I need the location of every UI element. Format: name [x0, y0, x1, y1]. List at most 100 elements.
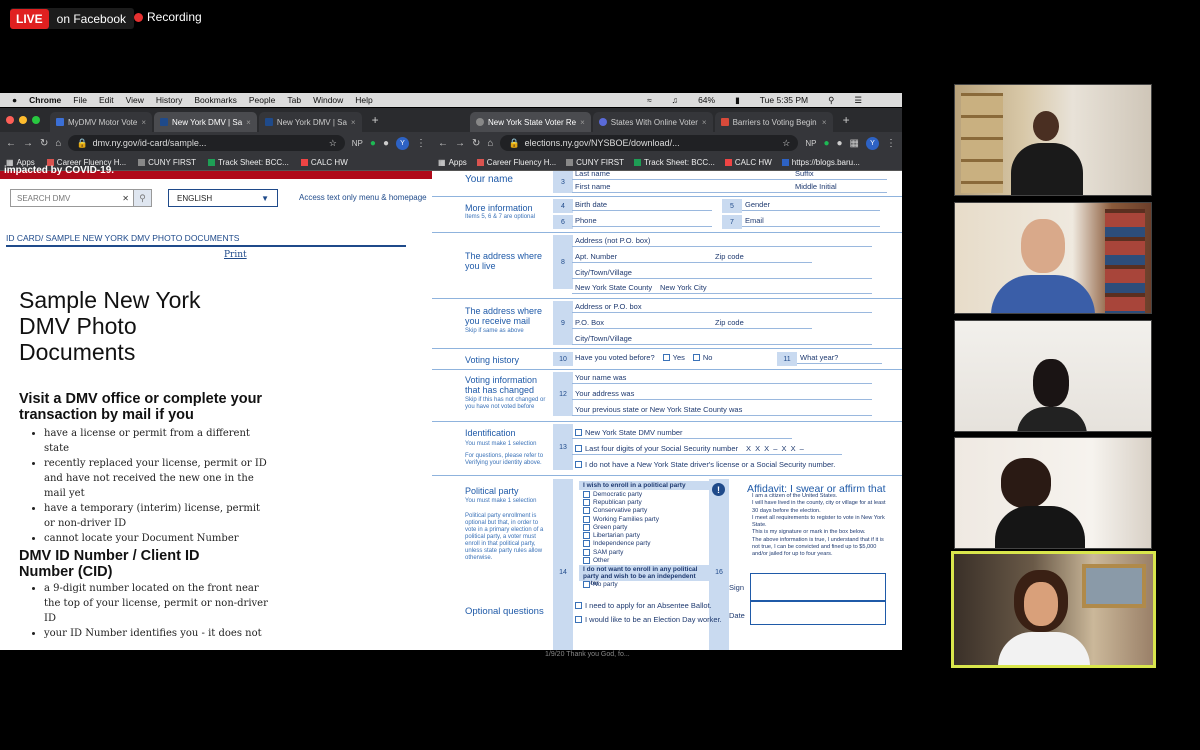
- close-window-button[interactable]: [6, 116, 14, 124]
- close-tab-icon[interactable]: ×: [141, 118, 146, 127]
- access-text-link[interactable]: Access text only menu & homepage: [299, 193, 427, 202]
- url-field[interactable]: 🔒 dmv.ny.gov/id-card/sample... ☆: [68, 135, 345, 151]
- bookmark-baruch-blogs[interactable]: https://blogs.baru...: [781, 158, 860, 167]
- ssn-option[interactable]: Last four digits of your Social Security…: [572, 442, 842, 455]
- close-tab-icon[interactable]: ×: [580, 118, 585, 127]
- dmv-number-option[interactable]: New York State DMV number: [572, 426, 792, 439]
- menu-chrome[interactable]: Chrome: [29, 95, 61, 105]
- profile-avatar[interactable]: Y: [396, 136, 409, 150]
- video-tile-participant-3[interactable]: [954, 320, 1152, 432]
- party-option-conservative[interactable]: Conservative party: [579, 507, 709, 515]
- menu-kebab-icon[interactable]: ⋮: [886, 138, 896, 149]
- bookmark-calc-hw[interactable]: CALC HW: [300, 158, 348, 167]
- tab-nydmv-active[interactable]: New York DMV | Sa ×: [154, 112, 257, 132]
- menu-people[interactable]: People: [249, 95, 275, 105]
- extension-icon[interactable]: ▦: [850, 138, 859, 149]
- signature-box[interactable]: [750, 573, 886, 601]
- extension-icon[interactable]: ●: [383, 138, 389, 149]
- zoom-window-button[interactable]: [32, 116, 40, 124]
- url-field[interactable]: 🔒 elections.ny.gov/NYSBOE/download/... ☆: [500, 135, 799, 151]
- party-option-libertarian[interactable]: Libertarian party: [579, 531, 709, 540]
- home-icon[interactable]: ⌂: [487, 138, 493, 149]
- bookmark-star-icon[interactable]: ☆: [782, 138, 790, 149]
- close-tab-icon[interactable]: ×: [246, 118, 251, 127]
- clear-search-icon[interactable]: ✕: [122, 194, 129, 203]
- video-tile-participant-2[interactable]: [954, 202, 1152, 314]
- menu-tab[interactable]: Tab: [287, 95, 301, 105]
- no-id-option[interactable]: I do not have a New York State driver's …: [572, 458, 872, 471]
- street-address-field[interactable]: Address (not P.O. box): [572, 234, 872, 247]
- party-option-working-families[interactable]: Working Families party: [579, 515, 709, 523]
- close-tab-icon[interactable]: ×: [351, 118, 356, 127]
- checkbox[interactable]: [583, 557, 590, 565]
- email-field[interactable]: Email: [742, 214, 880, 227]
- party-option-green[interactable]: Green party: [579, 523, 709, 531]
- last-name-field[interactable]: Last name: [572, 167, 792, 180]
- wifi-icon[interactable]: ≈: [647, 95, 652, 106]
- tab-voter-registration[interactable]: New York State Voter Re ×: [470, 112, 591, 132]
- bookmark-cuny-first[interactable]: CUNY FIRST: [566, 158, 624, 167]
- checkbox[interactable]: [583, 515, 590, 523]
- phone-field[interactable]: Phone: [572, 214, 712, 227]
- menu-history[interactable]: History: [156, 95, 182, 105]
- party-option-sam[interactable]: SAM party: [579, 548, 709, 556]
- new-tab-button[interactable]: +: [835, 113, 858, 127]
- previous-address-field[interactable]: Your address was: [572, 387, 872, 400]
- home-icon[interactable]: ⌂: [55, 138, 61, 149]
- party-option-other[interactable]: Other: [579, 556, 709, 565]
- bookmark-track-sheet[interactable]: Track Sheet: BCC...: [634, 158, 715, 167]
- notification-center-icon[interactable]: ☰: [854, 95, 862, 106]
- spotlight-search-icon[interactable]: ⚲: [828, 95, 834, 106]
- birth-date-field[interactable]: Birth date: [572, 198, 712, 211]
- video-tile-participant-1[interactable]: [954, 84, 1152, 196]
- zip-code-field[interactable]: Zip code: [712, 250, 812, 263]
- menu-help[interactable]: Help: [355, 95, 372, 105]
- tab-mydmv[interactable]: MyDMV Motor Vote ×: [50, 112, 153, 132]
- checkbox[interactable]: [575, 444, 582, 452]
- breadcrumb[interactable]: ID CARD/ SAMPLE NEW YORK DMV PHOTO DOCUM…: [6, 233, 406, 247]
- reload-icon[interactable]: ↻: [472, 138, 480, 149]
- bookmark-career-fluency[interactable]: Career Fluency H...: [476, 158, 556, 167]
- language-select[interactable]: ENGLISH ▼: [168, 189, 278, 207]
- previous-name-field[interactable]: Your name was: [572, 371, 872, 384]
- mail-city-field[interactable]: City/Town/Village: [572, 332, 872, 345]
- checkbox[interactable]: [583, 507, 590, 515]
- extension-icon[interactable]: ●: [837, 138, 843, 149]
- checkbox[interactable]: [583, 532, 590, 540]
- mail-address-field[interactable]: Address or P.O. box: [572, 300, 872, 313]
- mail-zip-field[interactable]: Zip code: [712, 316, 812, 329]
- county-field[interactable]: New York State County: [572, 281, 657, 294]
- video-tile-participant-5-active-speaker[interactable]: [951, 551, 1156, 668]
- suffix-field[interactable]: Suffix: [792, 167, 887, 180]
- checkbox[interactable]: [583, 490, 590, 498]
- back-icon[interactable]: ←: [6, 138, 16, 149]
- extension-g-icon[interactable]: ●: [370, 138, 376, 149]
- bookmark-apps[interactable]: ▦ Apps: [438, 158, 467, 167]
- checkbox[interactable]: [583, 581, 590, 589]
- bookmark-calc-hw[interactable]: CALC HW: [724, 158, 772, 167]
- date-box[interactable]: [750, 601, 886, 625]
- party-option-republican[interactable]: Republican party: [579, 498, 709, 506]
- checkbox[interactable]: [583, 523, 590, 531]
- bookmark-track-sheet[interactable]: Track Sheet: BCC...: [208, 158, 289, 167]
- apt-number-field[interactable]: Apt. Number: [572, 250, 712, 263]
- close-tab-icon[interactable]: ×: [822, 118, 827, 127]
- volume-icon[interactable]: ♫: [672, 95, 678, 106]
- print-link[interactable]: Print: [224, 250, 247, 260]
- minimize-window-button[interactable]: [19, 116, 27, 124]
- battery-icon[interactable]: ▮: [735, 95, 740, 106]
- absentee-ballot-option[interactable]: I need to apply for an Absentee Ballot.: [572, 599, 722, 612]
- county-value[interactable]: New York City: [657, 281, 872, 294]
- new-tab-button[interactable]: +: [364, 113, 387, 127]
- menu-bookmarks[interactable]: Bookmarks: [194, 95, 237, 105]
- extension-np-icon[interactable]: NP: [805, 139, 816, 148]
- checkbox[interactable]: [583, 540, 590, 548]
- tab-online-voter[interactable]: States With Online Voter ×: [592, 112, 713, 132]
- profile-avatar[interactable]: Y: [866, 136, 879, 150]
- po-box-field[interactable]: P.O. Box: [572, 316, 712, 329]
- search-dmv-input[interactable]: SEARCH DMV ✕ ⚲: [10, 189, 152, 207]
- reload-icon[interactable]: ↻: [40, 138, 48, 149]
- previous-county-field[interactable]: Your previous state or New York State Co…: [572, 403, 872, 416]
- checkbox[interactable]: [575, 616, 582, 623]
- first-name-field[interactable]: First name: [572, 180, 792, 193]
